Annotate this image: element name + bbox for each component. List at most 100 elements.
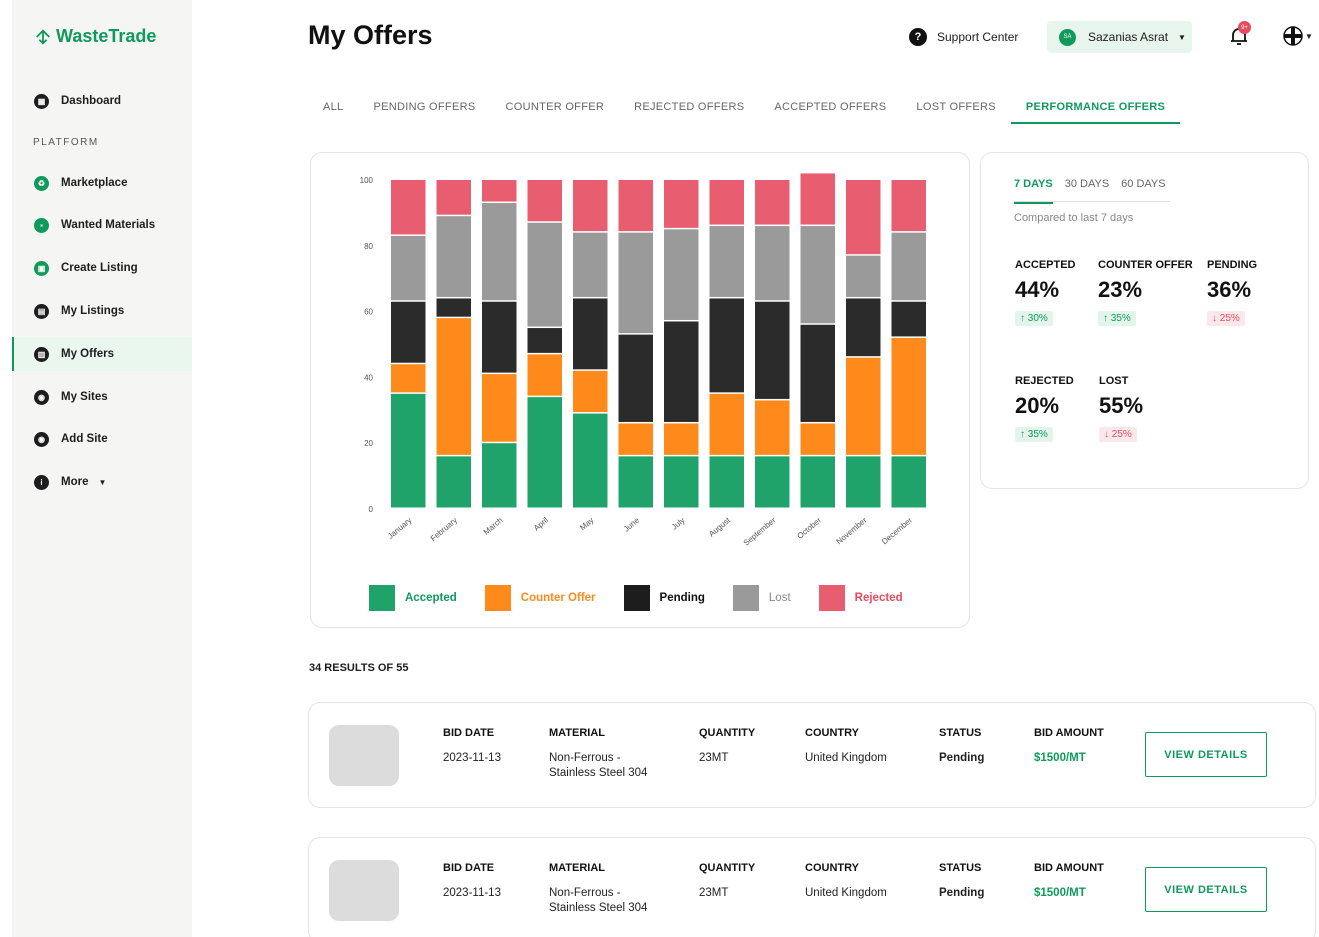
bar-pending-august[interactable] — [709, 298, 745, 393]
bar-counter-offer-august[interactable] — [709, 393, 745, 455]
bar-counter-offer-july[interactable] — [664, 423, 699, 455]
bar-rejected-december[interactable] — [891, 180, 927, 232]
bar-pending-november[interactable] — [846, 298, 881, 357]
sidebar-item-my-offers[interactable]: ▥ My Offers — [12, 337, 192, 371]
sidebar-item-dashboard[interactable]: ▦ Dashboard — [12, 84, 192, 118]
bar-accepted-august[interactable] — [709, 456, 745, 508]
bar-counter-offer-may[interactable] — [573, 370, 608, 413]
bar-accepted-july[interactable] — [664, 456, 699, 508]
stat-value: 23% — [1098, 277, 1143, 302]
column-header: MATERIAL — [549, 727, 606, 739]
notifications-button[interactable]: 9+ — [1228, 21, 1252, 49]
bar-accepted-may[interactable] — [573, 413, 608, 508]
stat-label: LOST — [1099, 375, 1129, 387]
tab-counter-offer[interactable]: COUNTER OFFER — [490, 96, 619, 124]
bar-lost-february[interactable] — [436, 216, 472, 297]
bar-pending-april[interactable] — [527, 328, 563, 353]
tab-accepted-offers[interactable]: ACCEPTED OFFERS — [759, 96, 901, 124]
bar-counter-offer-march[interactable] — [482, 374, 517, 442]
bar-pending-january[interactable] — [391, 301, 426, 363]
legend-swatch — [623, 585, 650, 611]
bar-rejected-april[interactable] — [527, 180, 563, 222]
bar-rejected-march[interactable] — [482, 180, 517, 202]
view-details-button[interactable]: VIEW DETAILS — [1145, 732, 1267, 777]
bar-accepted-april[interactable] — [527, 397, 563, 508]
bar-counter-offer-april[interactable] — [527, 354, 563, 396]
bar-pending-december[interactable] — [891, 301, 927, 337]
bar-counter-offer-december[interactable] — [891, 337, 927, 455]
bar-lost-april[interactable] — [527, 222, 563, 327]
view-details-button[interactable]: VIEW DETAILS — [1145, 867, 1267, 912]
sidebar-item-create-listing[interactable]: ▣ Create Listing — [12, 251, 192, 285]
quantity-cell: QUANTITY 23MT — [699, 862, 755, 901]
bar-accepted-february[interactable] — [436, 456, 472, 508]
status-value: Pending — [939, 752, 985, 764]
tab-performance-offers[interactable]: PERFORMANCE OFFERS — [1010, 96, 1181, 124]
sidebar-item-my-sites[interactable]: ◉ My Sites — [12, 380, 192, 414]
sidebar-item-wanted-materials[interactable]: ▪ Wanted Materials — [12, 208, 192, 242]
logo[interactable]: WasteTrade — [34, 26, 156, 47]
tab-lost-offers[interactable]: LOST OFFERS — [901, 96, 1011, 124]
bar-pending-may[interactable] — [573, 298, 608, 370]
bar-lost-october[interactable] — [800, 226, 836, 324]
notification-badge: 9+ — [1238, 21, 1251, 34]
bar-accepted-january[interactable] — [391, 393, 426, 508]
bar-counter-offer-october[interactable] — [800, 423, 836, 455]
bar-pending-september[interactable] — [755, 301, 790, 399]
language-selector[interactable]: ▼ — [1283, 26, 1313, 46]
bar-pending-july[interactable] — [664, 321, 699, 422]
tab-all[interactable]: ALL — [310, 96, 358, 124]
sidebar-item-more[interactable]: i More ▼ — [12, 465, 192, 499]
bar-counter-offer-november[interactable] — [846, 357, 881, 455]
tab-rejected-offers[interactable]: REJECTED OFFERS — [619, 96, 759, 124]
quantity-value: 23MT — [699, 887, 729, 899]
bar-lost-august[interactable] — [709, 226, 745, 297]
x-tick-label: July — [670, 516, 687, 532]
bar-counter-offer-september[interactable] — [755, 400, 790, 455]
bar-lost-july[interactable] — [664, 229, 699, 320]
bar-rejected-october[interactable] — [800, 173, 836, 225]
bar-counter-offer-january[interactable] — [391, 364, 426, 393]
bar-lost-january[interactable] — [391, 235, 426, 301]
bar-rejected-august[interactable] — [709, 180, 745, 225]
sidebar-item-marketplace[interactable]: ♻ Marketplace — [12, 166, 192, 200]
stat-label: COUNTER OFFER — [1098, 259, 1193, 271]
bar-rejected-january[interactable] — [391, 180, 426, 235]
material-line-2: Stainless Steel 304 — [549, 902, 648, 914]
bar-rejected-february[interactable] — [436, 180, 472, 215]
bar-lost-march[interactable] — [482, 203, 517, 301]
bar-lost-november[interactable] — [846, 255, 881, 297]
bar-pending-october[interactable] — [800, 324, 836, 422]
bar-rejected-may[interactable] — [573, 180, 608, 232]
bar-accepted-october[interactable] — [800, 456, 836, 508]
bar-counter-offer-june[interactable] — [618, 423, 654, 455]
bar-lost-june[interactable] — [618, 232, 654, 334]
sidebar-item-add-site[interactable]: ◉ Add Site — [12, 422, 192, 456]
bar-accepted-december[interactable] — [891, 456, 927, 508]
sidebar-item-my-listings[interactable]: ▤ My Listings — [12, 294, 192, 328]
bar-rejected-july[interactable] — [664, 180, 699, 228]
bid-date-value: 2023-11-13 — [443, 752, 501, 764]
bar-accepted-november[interactable] — [846, 456, 881, 508]
bar-accepted-march[interactable] — [482, 443, 517, 508]
tab-pending-offers[interactable]: PENDING OFFERS — [358, 96, 490, 124]
bar-lost-september[interactable] — [755, 226, 790, 301]
sidebar-item-label: Marketplace — [61, 177, 128, 189]
stat-value: 36% — [1207, 277, 1252, 302]
user-menu[interactable]: SA Sazanias Asrat ▼ — [1047, 21, 1192, 53]
bar-lost-may[interactable] — [573, 232, 608, 297]
bar-accepted-june[interactable] — [618, 456, 654, 508]
bar-pending-june[interactable] — [618, 334, 654, 422]
bar-lost-december[interactable] — [891, 232, 927, 301]
bar-pending-february[interactable] — [436, 298, 472, 317]
bar-rejected-june[interactable] — [618, 180, 654, 232]
bar-accepted-september[interactable] — [755, 456, 790, 508]
bar-counter-offer-february[interactable] — [436, 318, 472, 455]
x-tick-label: January — [386, 516, 414, 541]
dashboard-icon: ▦ — [34, 93, 49, 109]
bar-rejected-november[interactable] — [846, 180, 881, 255]
support-center-link[interactable]: ? Support Center — [909, 28, 1018, 46]
bar-pending-march[interactable] — [482, 301, 517, 373]
bar-rejected-september[interactable] — [755, 180, 790, 225]
y-tick-label: 80 — [364, 242, 373, 251]
